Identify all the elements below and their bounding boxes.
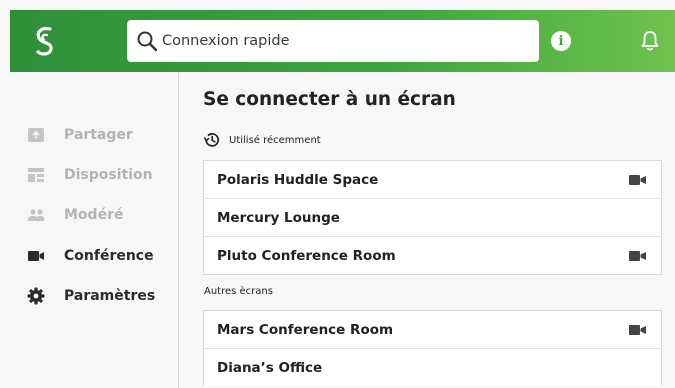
video-camera-icon [629,250,646,261]
room-row[interactable]: Polaris Huddle Space [204,161,661,198]
info-icon[interactable]: i [551,31,571,51]
search-icon [137,31,158,52]
sidebar-item-conference[interactable]: Conférence [26,244,154,268]
gear-icon [26,287,46,305]
room-name: Polaris Huddle Space [217,171,379,188]
sidebar-item-label: Partager [64,127,133,143]
sidebar-item-label: Paramètres [64,288,156,304]
room-row[interactable]: Diana’s Office [204,348,661,386]
layout-icon [26,166,46,184]
room-name: Diana’s Office [217,359,323,376]
room-row[interactable]: Pluto Conference Room [204,236,661,274]
room-row[interactable]: Mars Conference Room [204,311,661,348]
room-row[interactable]: Mercury Lounge [204,198,661,236]
share-screen-icon [26,126,46,144]
moderated-people-icon [26,206,46,224]
search-input[interactable] [162,33,522,49]
history-icon [203,133,220,147]
sidebar-item-label: Conférence [64,248,154,264]
app-window: i Partager [0,0,675,388]
sidebar-item-moderated[interactable]: Modéré [26,203,123,227]
notification-bell-icon[interactable] [640,30,660,52]
video-camera-icon [629,324,646,335]
video-camera-icon [26,247,46,265]
recent-screens-list: Polaris Huddle Space Mercury Lounge Plut… [203,160,662,275]
main-content: Se connecter à un écran Utilisé récemmen… [179,72,675,388]
sidebar: Partager Disposition Modéré Conférence P… [10,72,179,388]
other-screens-list: Mars Conference Room Diana’s Office [203,310,662,386]
recent-section-label: Utilisé récemment [229,134,321,146]
top-bar: i [10,10,675,72]
other-section-header: Autres ècrans [204,286,273,297]
app-logo-icon [36,26,53,56]
other-section-label: Autres ècrans [204,286,273,297]
room-name: Mars Conference Room [217,321,394,338]
sidebar-item-layout[interactable]: Disposition [26,163,153,187]
recent-section-header: Utilisé récemment [203,131,321,149]
page-title: Se connecter à un écran [203,89,456,110]
sidebar-item-label: Modéré [64,207,124,223]
sidebar-item-label: Disposition [64,167,153,183]
room-name: Mercury Lounge [217,209,340,226]
quick-connect-search[interactable] [127,20,539,62]
sidebar-item-settings[interactable]: Paramètres [26,284,155,308]
sidebar-item-share[interactable]: Partager [26,123,133,147]
room-name: Pluto Conference Room [217,247,396,264]
video-camera-icon [629,174,646,185]
